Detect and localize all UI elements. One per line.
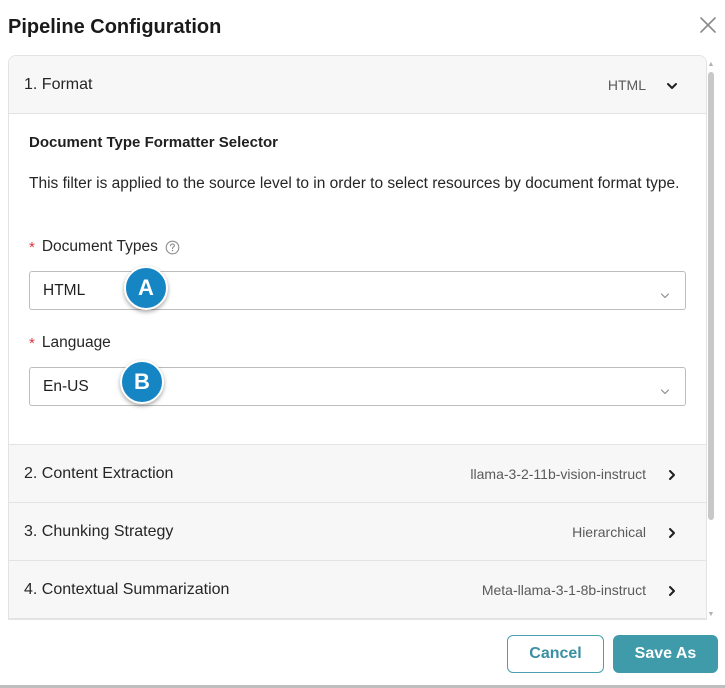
chevron-down-icon <box>660 383 670 395</box>
language-label: * Language <box>29 334 111 352</box>
panel-value-format: HTML <box>607 76 646 93</box>
annotation-badge-b: B <box>120 360 164 404</box>
panel-value-contextual-summarization: Meta-llama-3-1-8b-instruct <box>481 581 646 598</box>
document-types-value: HTML <box>43 282 86 299</box>
panel-label-format: 1. Format <box>24 75 93 93</box>
chevron-right-icon[interactable] <box>666 526 678 538</box>
panel-value-chunking-strategy: Hierarchical <box>572 523 646 540</box>
scroll-up-arrow-icon[interactable]: ▲ <box>706 60 716 70</box>
section-title: Document Type Formatter Selector <box>29 134 278 151</box>
chevron-down-icon[interactable] <box>666 79 678 91</box>
cancel-button[interactable]: Cancel <box>507 635 604 673</box>
language-label-text: Language <box>41 334 111 351</box>
panel-label-content-extraction: 2. Content Extraction <box>24 464 174 482</box>
close-icon[interactable] <box>697 14 719 36</box>
save-as-button[interactable]: Save As <box>613 635 718 673</box>
scrollbar-thumb[interactable] <box>708 72 714 520</box>
panels-scroll-area: 1. Format HTML Document Type Formatter S… <box>8 55 707 620</box>
dialog-title: Pipeline Configuration <box>8 16 222 38</box>
section-description: This filter is applied to the source lev… <box>29 175 680 192</box>
required-mark: * <box>29 238 35 256</box>
scroll-down-arrow-icon[interactable]: ▼ <box>706 610 716 620</box>
panel-label-contextual-summarization: 4. Contextual Summarization <box>24 580 230 598</box>
pipeline-configuration-dialog: Pipeline Configuration 1. Format HTML Do… <box>0 0 725 688</box>
panel-value-content-extraction: llama-3-2-11b-vision-instruct <box>470 465 646 482</box>
vertical-scrollbar[interactable]: ▲ ▼ <box>706 60 716 620</box>
panel-header-format[interactable]: 1. Format HTML <box>9 56 706 114</box>
document-types-label-text: Document Types <box>41 238 158 255</box>
annotation-badge-a: A <box>124 266 168 310</box>
panel-label-chunking-strategy: 3. Chunking Strategy <box>24 522 174 540</box>
document-types-label: * Document Types <box>29 238 180 256</box>
required-mark: * <box>29 334 35 352</box>
chevron-right-icon[interactable] <box>666 468 678 480</box>
question-circle-icon[interactable] <box>165 240 180 255</box>
chevron-down-icon <box>660 287 670 299</box>
panel-header-chunking-strategy[interactable]: 3. Chunking Strategy Hierarchical <box>9 503 706 561</box>
chevron-right-icon[interactable] <box>666 584 678 596</box>
panel-header-content-extraction[interactable]: 2. Content Extraction llama-3-2-11b-visi… <box>9 445 706 503</box>
language-value: En-US <box>43 378 89 395</box>
panel-header-contextual-summarization[interactable]: 4. Contextual Summarization Meta-llama-3… <box>9 561 706 619</box>
